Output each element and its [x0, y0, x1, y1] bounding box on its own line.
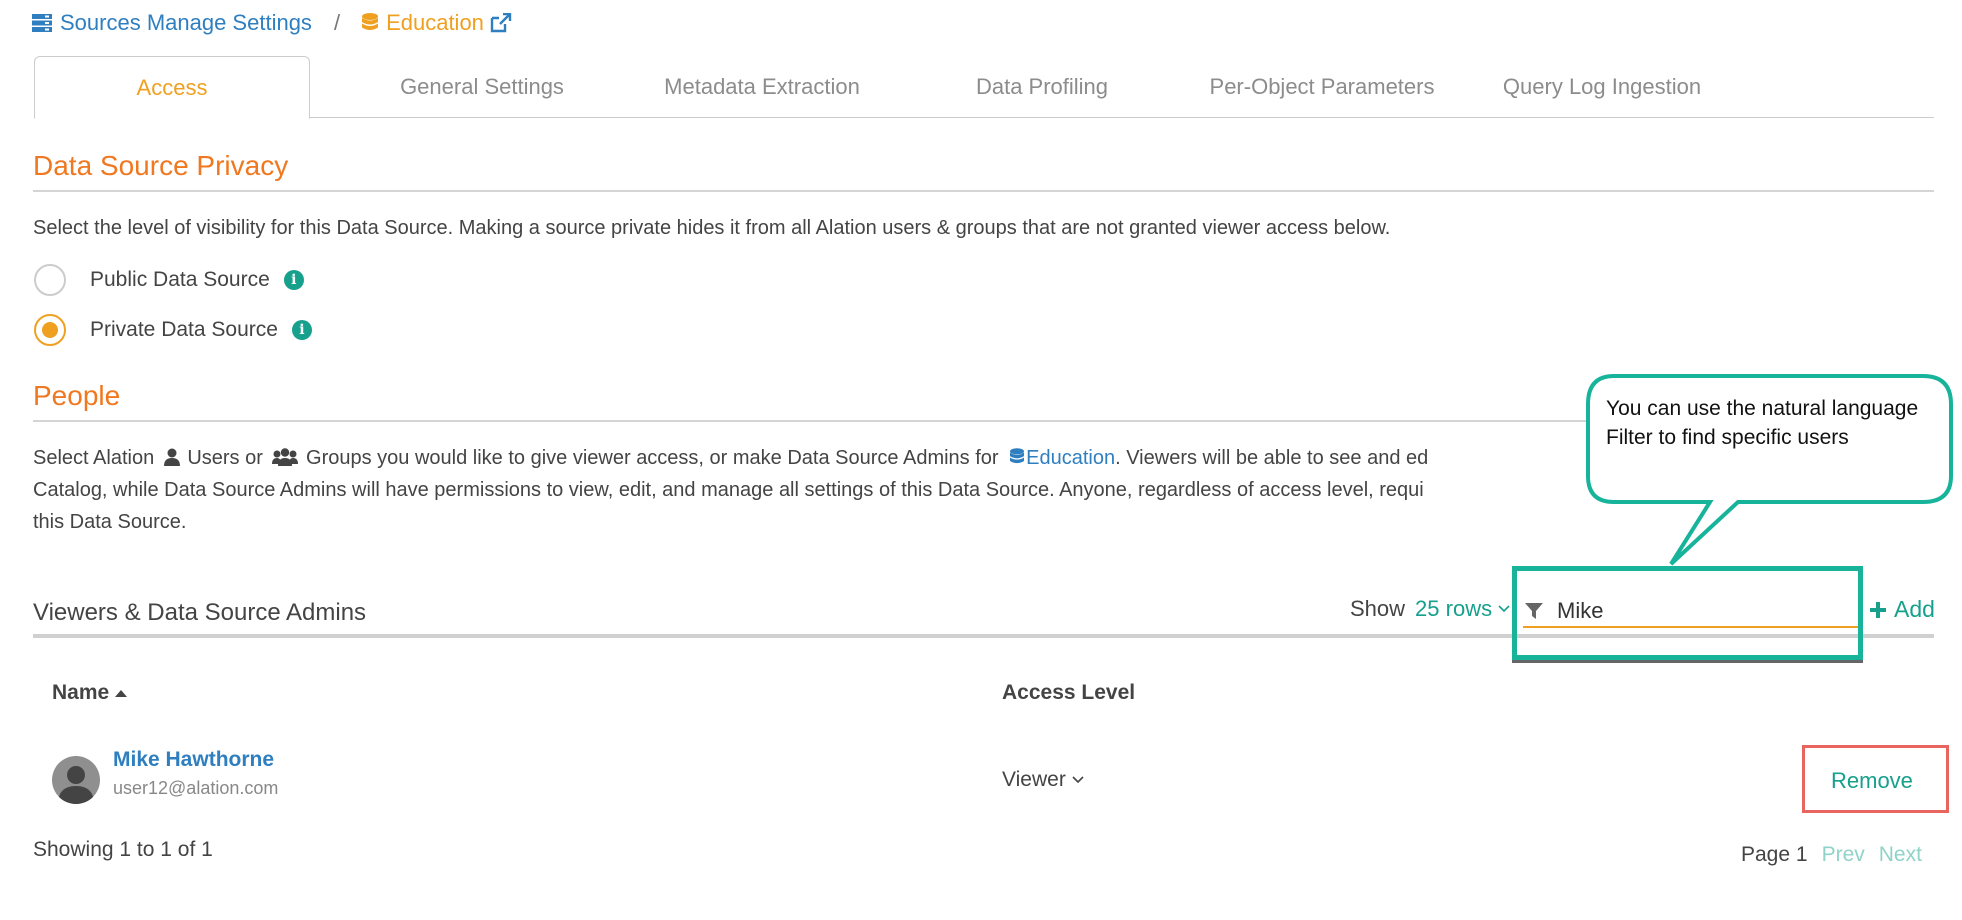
- rows-per-page: Show 25 rows: [1350, 596, 1510, 622]
- user-name-link[interactable]: Mike Hawthorne: [113, 748, 274, 772]
- private-radio[interactable]: [34, 314, 66, 346]
- rows-dropdown[interactable]: 25 rows: [1415, 596, 1492, 622]
- people-desc-groups: Groups you would like to give viewer acc…: [306, 447, 999, 469]
- privacy-description: Select the level of visibility for this …: [33, 217, 1391, 239]
- server-icon: [32, 14, 52, 32]
- plus-icon: [1870, 601, 1886, 618]
- breadcrumb-separator: /: [333, 10, 341, 35]
- access-level-dropdown[interactable]: Viewer: [1002, 768, 1084, 792]
- access-level-column-header: Access Level: [1002, 681, 1136, 704]
- users-group-icon: [272, 448, 299, 466]
- tab-per-object-parameters[interactable]: Per-Object Parameters: [1182, 56, 1462, 118]
- people-section-title: People: [33, 380, 121, 411]
- showing-count: Showing 1 to 1 of 1: [33, 838, 213, 861]
- people-description-line2: Catalog, while Data Source Admins will h…: [33, 479, 1424, 501]
- page-indicator: Page 1: [1741, 843, 1808, 866]
- public-label: Public Data Source: [90, 268, 270, 291]
- info-icon[interactable]: i: [291, 320, 312, 340]
- people-description-line3: this Data Source.: [33, 511, 187, 533]
- chevron-down-icon: [1498, 605, 1510, 613]
- public-option: Public Data Source i: [34, 264, 304, 296]
- breadcrumb: Sources Manage Settings / Education: [32, 10, 512, 36]
- user-avatar-icon: [58, 766, 94, 804]
- settings-tabs: Access General Settings Metadata Extract…: [34, 56, 1934, 119]
- breadcrumb-source-link[interactable]: Education: [362, 10, 512, 36]
- breadcrumb-source-label: Education: [386, 10, 484, 35]
- user-email: user12@alation.com: [113, 778, 279, 798]
- show-label: Show: [1350, 596, 1406, 621]
- remove-highlight-box: [1802, 745, 1949, 813]
- people-description-line1: Select Alation Users or Groups you would…: [33, 442, 1603, 474]
- education-link[interactable]: Education: [1026, 447, 1115, 469]
- chevron-down-icon: [1072, 776, 1084, 784]
- sort-asc-icon: [115, 690, 128, 697]
- breadcrumb-root-link[interactable]: Sources Manage Settings: [32, 10, 312, 36]
- prev-button[interactable]: Prev: [1822, 843, 1865, 867]
- rows-dropdown-label: 25 rows: [1415, 596, 1493, 621]
- people-desc-users: Users or: [187, 447, 263, 469]
- add-label: Add: [1894, 596, 1935, 622]
- viewers-section-title: Viewers & Data Source Admins: [33, 599, 367, 626]
- add-button[interactable]: Add: [1870, 596, 1935, 623]
- pagination: Page 1 Prev Next: [1741, 843, 1922, 867]
- people-desc-text: Select Alation: [33, 447, 155, 469]
- user-icon: [163, 448, 180, 466]
- tab-data-profiling[interactable]: Data Profiling: [902, 56, 1182, 118]
- filter-highlight-box: [1512, 566, 1863, 660]
- public-radio[interactable]: [34, 264, 66, 296]
- people-desc-tail: . Viewers will be able to see and ed: [1115, 447, 1429, 469]
- tab-general-settings[interactable]: General Settings: [342, 56, 622, 118]
- external-link-icon[interactable]: [490, 13, 512, 33]
- database-icon: [1010, 448, 1025, 464]
- privacy-section-title: Data Source Privacy: [33, 150, 289, 181]
- tab-metadata-extraction[interactable]: Metadata Extraction: [622, 56, 902, 118]
- info-icon[interactable]: i: [283, 270, 304, 290]
- tab-access[interactable]: Access: [34, 56, 310, 119]
- avatar: [52, 756, 100, 804]
- private-label: Private Data Source: [90, 318, 278, 341]
- database-icon: [362, 13, 379, 30]
- private-option: Private Data Source i: [34, 314, 312, 346]
- filter-highlight-shadow: [1512, 660, 1863, 663]
- privacy-divider: [33, 190, 1934, 192]
- breadcrumb-root-label: Sources Manage Settings: [60, 10, 312, 35]
- access-level-label: Viewer: [1002, 768, 1066, 791]
- name-header-label: Name: [52, 681, 110, 704]
- callout-text: You can use the natural language Filter …: [1606, 397, 1919, 449]
- tab-query-log-ingestion[interactable]: Query Log Ingestion: [1462, 56, 1742, 118]
- name-column-header[interactable]: Name: [52, 681, 128, 705]
- next-button[interactable]: Next: [1879, 843, 1922, 867]
